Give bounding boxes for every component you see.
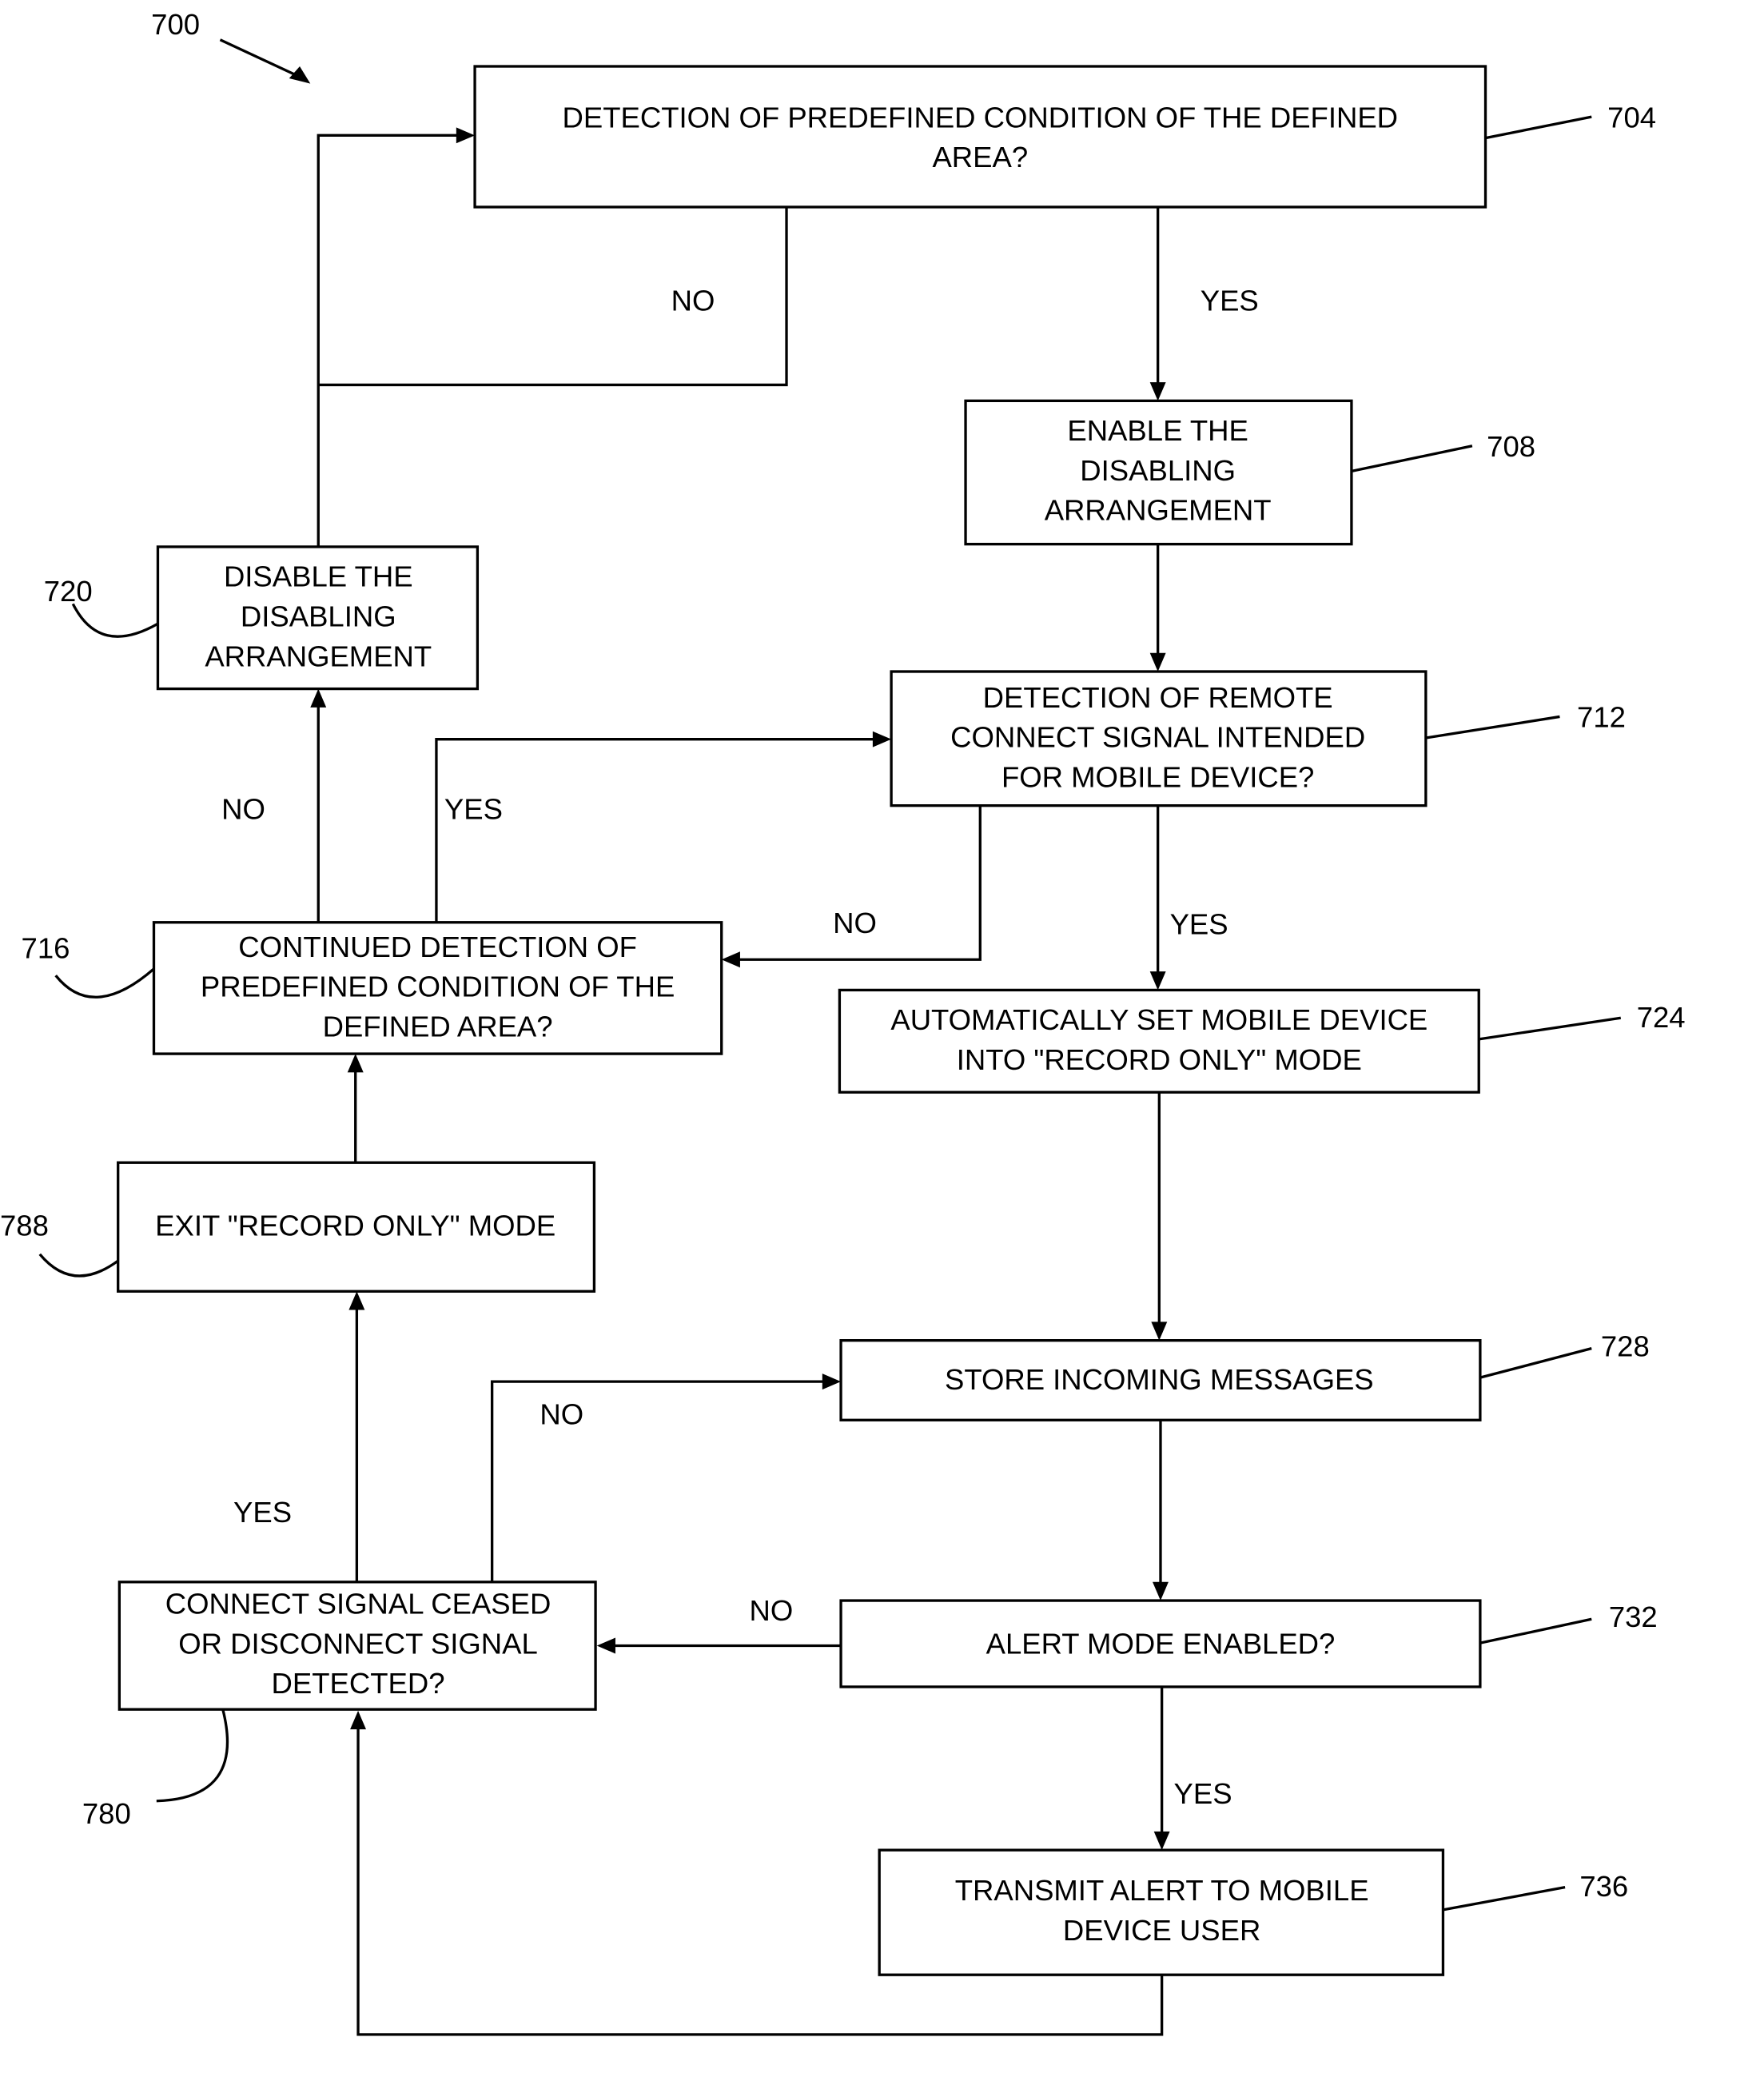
arrowhead-icon (456, 127, 476, 144)
ref-732-leader (1479, 1617, 1592, 1644)
node-724-line2: INTO "RECORD ONLY" MODE (957, 1043, 1362, 1076)
node-712-line3: FOR MOBILE DEVICE? (1001, 760, 1314, 793)
ref-788: 788 (0, 1210, 49, 1242)
ref-788-leader (38, 1253, 119, 1278)
edge-704-no (318, 206, 788, 387)
edge-716-no-label: NO (221, 792, 265, 825)
arrowhead-icon (822, 1373, 842, 1390)
ref-712-leader (1425, 715, 1560, 740)
node-704: DETECTION OF PREDEFINED CONDITION OF THE… (473, 65, 1487, 209)
node-732: ALERT MODE ENABLED? (839, 1599, 1482, 1688)
edge-732-no-label: NO (750, 1594, 794, 1627)
node-780: CONNECT SIGNAL CEASED OR DISCONNECT SIGN… (117, 1581, 597, 1711)
node-720-line3: ARRANGEMENT (205, 640, 432, 672)
node-712-line2: CONNECT SIGNAL INTENDED (950, 721, 1365, 754)
edge-712-yes-label: YES (1170, 908, 1228, 941)
edge-716-yes-label: YES (444, 792, 503, 825)
node-780-line2: OR DISCONNECT SIGNAL (178, 1627, 537, 1660)
ref-724-leader (1478, 1016, 1622, 1041)
ref-728: 728 (1601, 1330, 1650, 1363)
edge-720-to-704 (317, 134, 460, 547)
node-716-line3: DEFINED AREA? (323, 1011, 553, 1043)
ref-704: 704 (1607, 101, 1656, 134)
arrowhead-icon (348, 1291, 365, 1310)
node-732-line1: ALERT MODE ENABLED? (986, 1627, 1336, 1660)
arrowhead-icon (1153, 1581, 1169, 1601)
edge-716-yes (435, 738, 876, 923)
arrowhead-icon (350, 1710, 366, 1730)
ref-704-leader (1485, 115, 1592, 140)
flowchart-700: 700 DETECTION OF PREDEFINED CONDITION OF… (0, 8, 1686, 2036)
ref-780-leader (156, 1708, 229, 1803)
node-720-line2: DISABLING (241, 600, 396, 633)
node-736: TRANSMIT ALERT TO MOBILE DEVICE USER (878, 1848, 1445, 1976)
node-708-line2: DISABLING (1080, 454, 1236, 487)
node-712: DETECTION OF REMOTE CONNECT SIGNAL INTEN… (890, 670, 1428, 807)
ref-720-leader (71, 603, 159, 638)
node-780-line1: CONNECT SIGNAL CEASED (165, 1588, 551, 1621)
node-736-line2: DEVICE USER (1063, 1914, 1260, 1947)
node-728: STORE INCOMING MESSAGES (839, 1339, 1482, 1421)
ref-728-leader (1479, 1347, 1592, 1379)
arrowhead-icon (1153, 1831, 1170, 1851)
node-724: AUTOMATICALLY SET MOBILE DEVICE INTO "RE… (838, 988, 1480, 1094)
ref-708: 708 (1487, 430, 1535, 463)
ref-780: 780 (82, 1797, 131, 1830)
ref-720: 720 (44, 575, 93, 608)
node-716-line1: CONTINUED DETECTION OF (238, 931, 637, 963)
arrowhead-icon (596, 1637, 615, 1654)
ref-736-leader (1443, 1885, 1566, 1912)
ref-716: 716 (22, 932, 70, 965)
arrowhead-icon (1149, 971, 1166, 991)
node-724-line1: AUTOMATICALLY SET MOBILE DEVICE (890, 1003, 1428, 1036)
arrowhead-icon (1149, 652, 1166, 672)
ref-736: 736 (1579, 1870, 1628, 1903)
edge-704-no-label: NO (671, 284, 715, 317)
node-780-line3: DETECTED? (272, 1667, 445, 1700)
node-720-line1: DISABLE THE (224, 560, 413, 593)
ref-708-leader (1351, 445, 1473, 472)
edge-732-yes-label: YES (1174, 1777, 1232, 1810)
node-716: CONTINUED DETECTION OF PREDEFINED CONDIT… (152, 921, 723, 1055)
figure-ref-700: 700 (151, 8, 200, 41)
node-708-line3: ARRANGEMENT (1045, 494, 1272, 527)
ref-732: 732 (1609, 1601, 1658, 1633)
node-788: EXIT "RECORD ONLY" MODE (117, 1161, 596, 1293)
node-728-line1: STORE INCOMING MESSAGES (945, 1363, 1374, 1396)
arrowhead-icon (872, 731, 892, 747)
node-720: DISABLE THE DISABLING ARRANGEMENT (156, 545, 480, 691)
arrowhead-icon (289, 66, 311, 84)
figure-ref-leader (219, 38, 296, 76)
arrowhead-icon (310, 688, 327, 708)
edge-712-no-label: NO (833, 907, 877, 939)
node-708-line1: ENABLE THE (1067, 414, 1248, 447)
ref-724: 724 (1637, 1001, 1686, 1034)
edge-780-no-label: NO (540, 1397, 583, 1430)
edge-780-yes-label: YES (233, 1496, 292, 1529)
node-716-line2: PREDEFINED CONDITION OF THE (201, 971, 675, 1003)
ref-716-leader (54, 967, 155, 999)
arrowhead-icon (347, 1054, 364, 1073)
arrowhead-icon (721, 951, 740, 968)
node-704-line2: AREA? (932, 141, 1028, 173)
edge-704-yes-label: YES (1201, 284, 1259, 317)
arrowhead-icon (1151, 1322, 1168, 1341)
arrowhead-icon (1149, 382, 1166, 401)
node-736-line1: TRANSMIT ALERT TO MOBILE (955, 1874, 1369, 1907)
node-712-line1: DETECTION OF REMOTE (983, 681, 1333, 714)
node-708: ENABLE THE DISABLING ARRANGEMENT (964, 399, 1353, 546)
node-788-line1: EXIT "RECORD ONLY" MODE (155, 1210, 555, 1242)
ref-712: 712 (1577, 701, 1626, 734)
node-704-line1: DETECTION OF PREDEFINED CONDITION OF THE… (563, 101, 1399, 134)
